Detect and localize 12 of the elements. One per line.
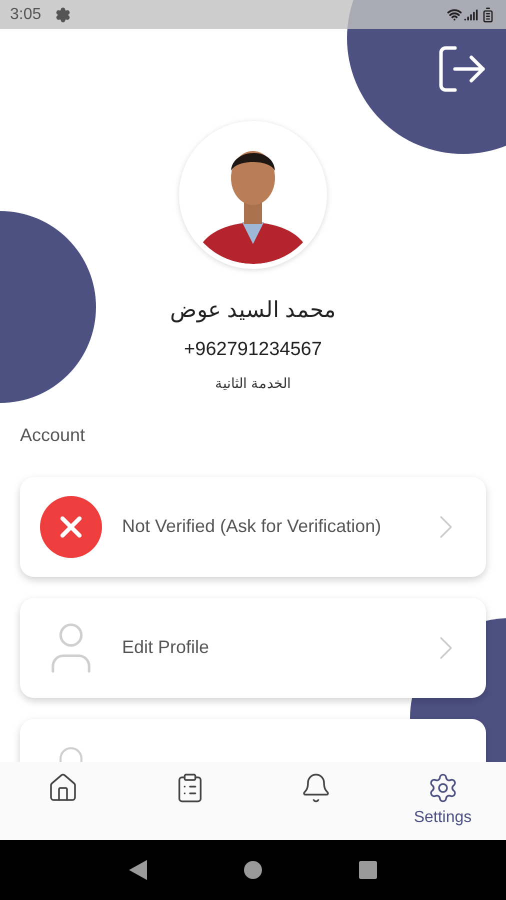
nav-tab[interactable]: Settings xyxy=(380,762,506,840)
settings-item[interactable]: Edit Profile xyxy=(20,598,486,698)
wifi-icon xyxy=(447,7,462,22)
status-time: 3:05 xyxy=(10,4,42,24)
section-title: Account xyxy=(20,424,86,446)
signal-icon xyxy=(464,8,478,22)
phone-number: +962791234567 xyxy=(184,338,322,362)
settings-item[interactable]: Not Verified (Ask for Verification) xyxy=(20,476,486,576)
back-icon xyxy=(128,860,147,880)
user-name: محمد السيد عوض xyxy=(170,296,336,324)
service-name: الخدمة الثانية xyxy=(215,374,291,392)
recents-icon xyxy=(359,861,378,879)
